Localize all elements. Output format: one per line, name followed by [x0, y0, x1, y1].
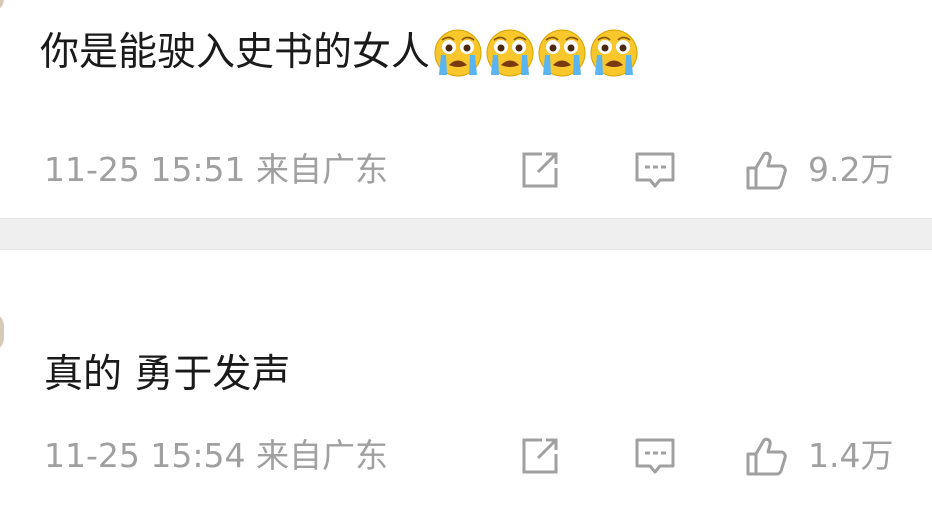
avatar[interactable]: [0, 0, 4, 12]
like-icon[interactable]: [744, 148, 788, 192]
reply-icon[interactable]: [633, 434, 677, 478]
crying-face-icon: [432, 27, 484, 79]
reply-icon[interactable]: [633, 148, 677, 192]
comment-actions: 1.4万: [0, 432, 932, 480]
like-count[interactable]: 9.2万: [808, 150, 893, 190]
avatar[interactable]: [0, 312, 4, 352]
comment-text: 真的 勇于发声: [44, 352, 291, 397]
share-icon[interactable]: [518, 434, 562, 478]
emoji-group: [432, 27, 640, 79]
comment-item[interactable]: 真的 勇于发声 11-25 15:54 来自广东 1.4万: [0, 250, 932, 513]
separator: [0, 218, 932, 250]
comment-actions: 9.2万: [0, 146, 932, 194]
comment-text-row: 你是能驶入史书的女人: [40, 27, 640, 79]
share-icon[interactable]: [518, 148, 562, 192]
comment-text-row: 真的 勇于发声: [44, 350, 290, 400]
comment-list: 你是能驶入史书的女人 11-25 15:51 来自广东 9.2万 真的 勇于发声…: [0, 0, 932, 513]
like-icon[interactable]: [744, 434, 788, 478]
like-count[interactable]: 1.4万: [808, 436, 893, 476]
crying-face-icon: [588, 27, 640, 79]
crying-face-icon: [484, 27, 536, 79]
comment-text: 你是能驶入史书的女人: [40, 30, 431, 75]
comment-item[interactable]: 你是能驶入史书的女人 11-25 15:51 来自广东 9.2万: [0, 0, 932, 218]
crying-face-icon: [536, 27, 588, 79]
